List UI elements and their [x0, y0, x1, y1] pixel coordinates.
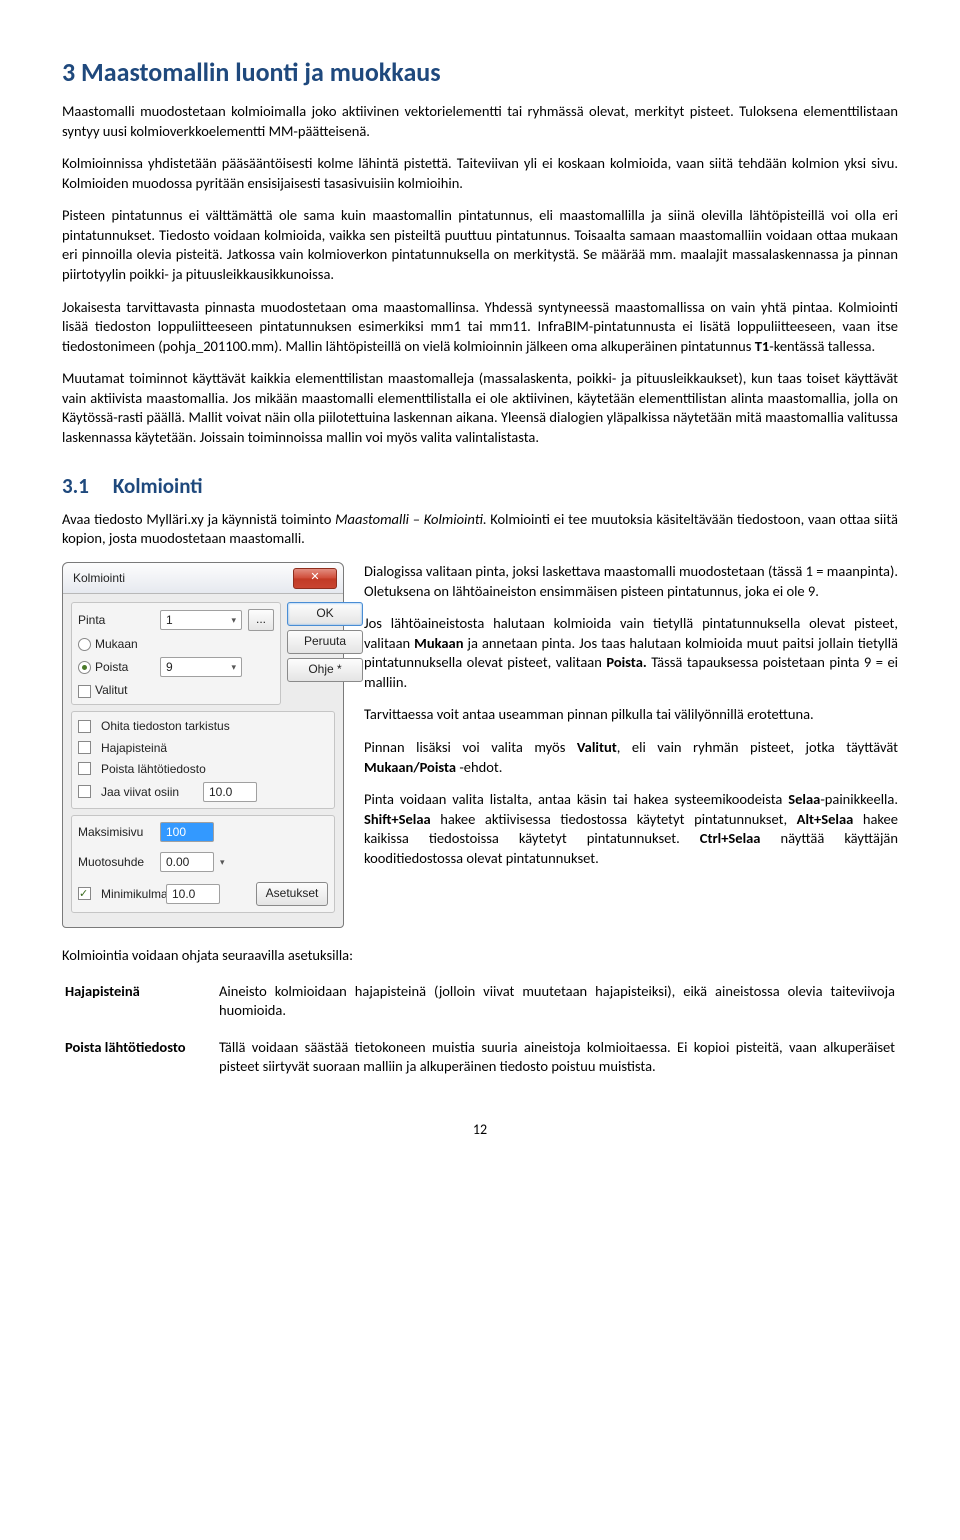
- paragraph: Kolmioinnissa yhdistetään pääsääntöisest…: [62, 154, 898, 193]
- valitut-check[interactable]: [78, 685, 91, 698]
- poista-combo[interactable]: 9▾: [160, 657, 242, 677]
- poista-label: Poista: [95, 660, 128, 674]
- maksimisivu-label: Maksimisivu: [78, 824, 154, 840]
- paragraph: Jokaisesta tarvittavasta pinnasta muodos…: [62, 298, 898, 357]
- poista-lahto-label: Poista lähtötiedosto: [101, 761, 206, 777]
- paragraph: Pisteen pintatunnus ei välttämättä ole s…: [62, 206, 898, 284]
- asetukset-button[interactable]: Asetukset: [256, 882, 328, 906]
- jaa-viivat-label: Jaa viivat osiin: [101, 784, 197, 800]
- subsection-heading: 3.1Kolmiointi: [62, 472, 898, 500]
- hajapisteina-label: Hajapisteinä: [101, 740, 167, 756]
- close-button[interactable]: ✕: [293, 568, 337, 589]
- ok-button[interactable]: OK: [287, 602, 363, 626]
- dialog-title: Kolmiointi: [69, 570, 125, 586]
- poista-lahto-check[interactable]: [78, 762, 91, 775]
- paragraph: Pinta voidaan valita listalta, antaa käs…: [364, 790, 898, 868]
- setting-desc: Tällä voidaan säästää tietokoneen muisti…: [218, 1037, 896, 1091]
- cancel-button[interactable]: Peruuta: [287, 630, 363, 654]
- setting-desc: Aineisto kolmioidaan hajapisteinä (jollo…: [218, 981, 896, 1035]
- paragraph: Muutamat toiminnot käyttävät kaikkia ele…: [62, 369, 898, 447]
- minimikulma-input[interactable]: 10.0: [166, 884, 220, 904]
- mukaan-label: Mukaan: [95, 637, 138, 651]
- paragraph: Dialogissa valitaan pinta, joksi laskett…: [364, 562, 898, 601]
- paragraph: Pinnan lisäksi voi valita myös Valitut, …: [364, 738, 898, 777]
- ohita-tarkistus-label: Ohita tiedoston tarkistus: [101, 718, 230, 734]
- page-number: 12: [62, 1121, 898, 1140]
- muotosuhde-label: Muotosuhde: [78, 854, 154, 870]
- maksimisivu-input[interactable]: 100: [160, 822, 214, 842]
- paragraph: Avaa tiedosto Mylläri.xy ja käynnistä to…: [62, 510, 898, 549]
- jaa-viivat-input[interactable]: 10.0: [203, 782, 257, 802]
- pinta-combo[interactable]: 1▾: [160, 610, 242, 630]
- valitut-label: Valitut: [95, 683, 127, 697]
- settings-table: Hajapisteinä Aineisto kolmioidaan hajapi…: [62, 979, 898, 1093]
- section-heading: 3 Maastomallin luonti ja muokkaus: [62, 55, 898, 90]
- kolmiointi-dialog: Kolmiointi ✕ Pinta 1▾ ... Mukaan: [62, 562, 344, 928]
- jaa-viivat-check[interactable]: [78, 785, 91, 798]
- minimikulma-label: Minimikulma: [101, 886, 160, 902]
- pinta-browse-button[interactable]: ...: [248, 609, 274, 631]
- setting-label: Hajapisteinä: [64, 981, 216, 1035]
- help-button[interactable]: Ohje *: [287, 658, 363, 682]
- ohita-tarkistus-check[interactable]: [78, 720, 91, 733]
- setting-label: Poista lähtötiedosto: [64, 1037, 216, 1091]
- mukaan-radio[interactable]: [78, 638, 91, 651]
- minimikulma-check[interactable]: [78, 887, 91, 900]
- poista-radio[interactable]: [78, 661, 91, 674]
- paragraph: Maastomalli muodostetaan kolmioimalla jo…: [62, 102, 898, 141]
- paragraph: Jos lähtöaineistosta halutaan kolmioida …: [364, 614, 898, 692]
- hajapisteina-check[interactable]: [78, 741, 91, 754]
- pinta-label: Pinta: [78, 612, 154, 628]
- muotosuhde-stepper[interactable]: ▾: [220, 856, 225, 868]
- muotosuhde-input[interactable]: 0.00: [160, 852, 214, 872]
- paragraph: Tarvittaessa voit antaa useamman pinnan …: [364, 705, 898, 725]
- paragraph: Kolmiointia voidaan ohjata seuraavilla a…: [62, 946, 898, 966]
